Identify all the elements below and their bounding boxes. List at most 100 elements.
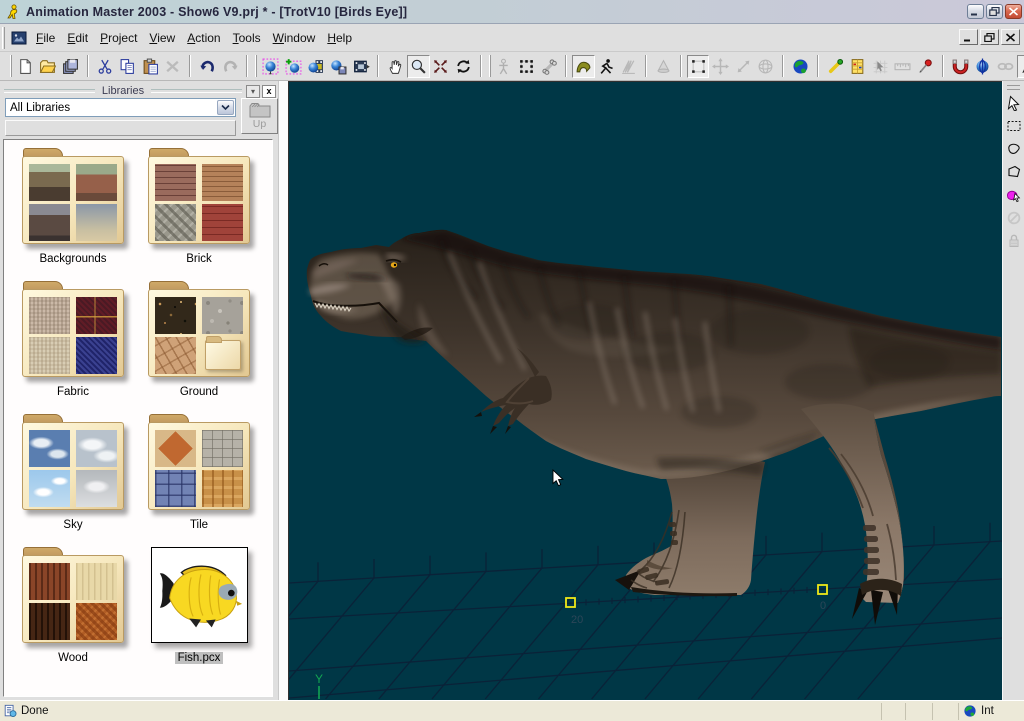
library-dropdown[interactable]: All Libraries — [5, 98, 236, 117]
render-mode-button[interactable] — [259, 55, 282, 78]
render-add-icon — [285, 58, 302, 75]
toolbar-grip[interactable] — [10, 55, 12, 77]
rect-select-button[interactable] — [1004, 115, 1024, 137]
menu-action[interactable]: Action — [181, 27, 226, 49]
libraries-panel-header[interactable]: Libraries ▾ x — [0, 83, 278, 99]
lock-button[interactable] — [1004, 230, 1024, 252]
library-item-wood[interactable]: Wood — [10, 547, 136, 680]
ruler-button[interactable] — [892, 55, 915, 78]
key-panel-button[interactable] — [846, 55, 869, 78]
bone-mode-button[interactable] — [538, 55, 561, 78]
new-document-button[interactable] — [14, 55, 37, 78]
scale-tool-icon — [735, 58, 752, 75]
document-window-icon[interactable] — [11, 30, 27, 46]
zoom-fit-button[interactable] — [430, 55, 453, 78]
texture-thumb-tile-diamond — [155, 430, 196, 467]
lasso-select-button[interactable] — [1004, 138, 1024, 160]
library-item-label: Sky — [60, 519, 85, 531]
cone-mode-button[interactable] — [652, 55, 675, 78]
panel-close-button[interactable]: x — [262, 85, 276, 98]
up-button[interactable]: Up — [241, 98, 278, 134]
undo-button[interactable] — [196, 55, 219, 78]
trex-model[interactable] — [307, 230, 1001, 625]
library-item-brick[interactable]: Brick — [136, 148, 262, 281]
group-pick-button[interactable] — [1004, 184, 1024, 206]
chain-link-button[interactable] — [994, 55, 1017, 78]
mdi-minimize-button[interactable] — [959, 29, 978, 45]
library-item-tile[interactable]: Tile — [136, 414, 262, 547]
marker-label-20: 20 — [571, 614, 583, 626]
menu-edit[interactable]: Edit — [61, 27, 94, 49]
panel-collapse-button[interactable]: ▾ — [246, 85, 260, 98]
cut-button[interactable] — [94, 55, 117, 78]
rotate-sphere-button[interactable] — [755, 55, 778, 78]
globe-axis-button[interactable] — [971, 55, 994, 78]
toolbar-grip[interactable] — [489, 55, 491, 77]
poly-lasso-select-button[interactable] — [1004, 161, 1024, 183]
pin-button[interactable] — [914, 55, 937, 78]
render-add-button[interactable] — [282, 55, 305, 78]
viewport-birds-eye[interactable]: 200Y — [288, 81, 1002, 700]
paste-button[interactable] — [139, 55, 162, 78]
mouse-cursor — [553, 470, 563, 486]
add-bone-button[interactable] — [824, 55, 847, 78]
menu-tools[interactable]: Tools — [227, 27, 267, 49]
menubar-grip[interactable] — [2, 27, 5, 49]
preview-animation-button[interactable] — [350, 55, 373, 78]
grid-snap-button[interactable] — [869, 55, 892, 78]
open-project-button[interactable] — [37, 55, 60, 78]
move-tool-icon — [712, 58, 729, 75]
status-pane-3 — [932, 703, 958, 720]
menu-file[interactable]: File — [30, 27, 61, 49]
render-to-film-button[interactable] — [305, 55, 328, 78]
hide-mode-button[interactable] — [1004, 207, 1024, 229]
restore-button[interactable] — [986, 4, 1003, 19]
folder-body — [148, 156, 250, 244]
menu-help[interactable]: Help — [321, 27, 358, 49]
action-mode-button[interactable] — [595, 55, 618, 78]
copy-button[interactable] — [116, 55, 139, 78]
skeleton-mode-button[interactable] — [493, 55, 516, 78]
toolbar-separator — [680, 55, 682, 77]
menu-project[interactable]: Project — [94, 27, 143, 49]
minimize-button[interactable] — [967, 4, 984, 19]
close-button[interactable] — [1005, 4, 1022, 19]
toolbar-separator — [942, 55, 944, 77]
library-item-fabric[interactable]: Fabric — [10, 281, 136, 414]
delete-button[interactable] — [162, 55, 185, 78]
pointer-button[interactable] — [1004, 92, 1024, 114]
world-view-button[interactable] — [789, 55, 812, 78]
selection-toolbar-grip[interactable] — [1007, 85, 1020, 90]
library-item-sky[interactable]: Sky — [10, 414, 136, 547]
library-item-label: Fish.pcx — [175, 652, 224, 664]
fish-image — [152, 548, 247, 642]
magnet-mode-button[interactable] — [949, 55, 972, 78]
redo-button[interactable] — [219, 55, 242, 78]
library-item-fish-pcx[interactable]: Fish.pcx — [136, 547, 262, 680]
menu-view[interactable]: View — [143, 27, 181, 49]
model-mode-button[interactable] — [515, 55, 538, 78]
pan-hand-button[interactable] — [384, 55, 407, 78]
render-save-button[interactable] — [327, 55, 350, 78]
texture-thumb-photo-house-red — [76, 164, 117, 201]
font-tool-button[interactable] — [1017, 55, 1024, 78]
mdi-close-button[interactable] — [1001, 29, 1020, 45]
library-item-ground[interactable]: Ground — [136, 281, 262, 414]
move-tool-button[interactable] — [709, 55, 732, 78]
muscle-mode-button[interactable] — [572, 55, 595, 78]
toolbar-separator — [377, 55, 379, 77]
save-all-button[interactable] — [59, 55, 82, 78]
library-item-label: Tile — [187, 519, 211, 531]
library-item-backgrounds[interactable]: Backgrounds — [10, 148, 136, 281]
zoom-button[interactable] — [407, 55, 430, 78]
toolbar-grip[interactable] — [255, 55, 257, 77]
library-dropdown-button[interactable] — [217, 100, 234, 115]
bound-box-button[interactable] — [687, 55, 710, 78]
main-toolbar — [0, 52, 1024, 81]
dynamics-mode-button[interactable] — [618, 55, 641, 78]
menu-window[interactable]: Window — [267, 27, 322, 49]
scale-tool-button[interactable] — [732, 55, 755, 78]
mdi-restore-button[interactable] — [980, 29, 999, 45]
panel-splitter[interactable] — [278, 81, 288, 700]
orbit-view-button[interactable] — [452, 55, 475, 78]
